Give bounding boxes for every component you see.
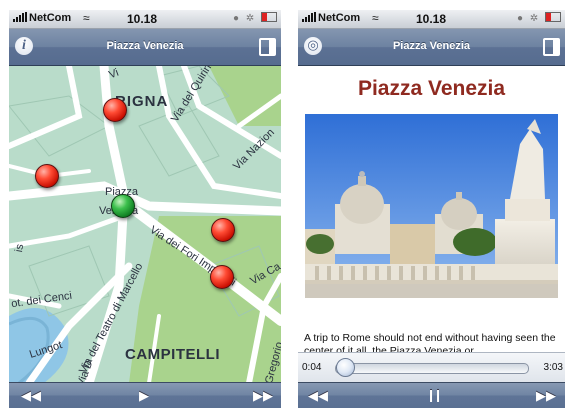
poi-pin-red[interactable] [35,164,59,188]
detail-content: Piazza Venezia A trip to Rome should not… [298,66,565,357]
panel-icon[interactable] [543,38,560,56]
playback-toolbar: ◀◀ ❙❙ ▶▶ [298,382,565,408]
elapsed-time: 0:04 [302,362,322,373]
forward-button[interactable]: ▶▶ [253,387,273,404]
status-bar: NetCom ≈ 10.18 ● ✲ [298,10,565,29]
status-icons: ● ✲ [233,12,277,24]
audio-player: 0:04 3:03 [298,352,565,383]
playback-toolbar: ◀◀ ▶ ▶▶ [9,382,281,408]
carrier-text: NetCom [29,12,72,24]
nav-title: Piazza Venezia [392,40,471,52]
bluetooth-icon: ✲ [245,13,257,24]
wifi-icon: ≈ [83,11,90,25]
progress-thumb[interactable] [335,358,355,377]
carrier-label: NetCom [302,12,360,24]
battery-icon [545,12,561,22]
status-icons: ● ✲ [517,12,561,24]
map-view[interactable]: Vi RIGNA Via del Quirinale Via Nazion Pi… [9,66,281,383]
play-button[interactable]: ▶ [139,387,149,404]
carrier-label: NetCom [13,12,71,24]
progress-track[interactable] [335,363,529,374]
map-label: CAMPITELLI [125,346,220,363]
carrier-text: NetCom [318,12,361,24]
signal-icon [302,12,316,22]
rewind-button[interactable]: ◀◀ [21,387,41,404]
remaining-time: 3:03 [543,362,563,373]
poi-pin-red[interactable] [210,265,234,289]
bluetooth-icon: ✲ [529,13,541,24]
page-title: Piazza Venezia [357,77,506,100]
poi-pin-red[interactable] [211,218,235,242]
lock-icon: ● [233,13,242,24]
status-bar: NetCom ≈ 10.18 ● ✲ [9,10,281,29]
map-streets [9,66,281,383]
signal-icon [13,12,27,22]
place-photo [305,114,558,298]
nav-bar: i Piazza Venezia [9,29,281,66]
nav-bar: ◎ Piazza Venezia [298,29,565,66]
battery-icon [261,12,277,22]
poi-pin-selected[interactable] [111,194,135,218]
pause-button[interactable]: ❙❙ [426,387,443,404]
detail-screen: NetCom ≈ 10.18 ● ✲ ◎ Piazza Venezia Piaz… [298,10,565,408]
rewind-button[interactable]: ◀◀ [308,387,328,404]
wifi-icon: ≈ [372,11,379,25]
forward-button[interactable]: ▶▶ [536,387,556,404]
poi-pin-red[interactable] [103,98,127,122]
photo-image [305,114,558,298]
clock: 10.18 [127,12,158,26]
map-screen: NetCom ≈ 10.18 ● ✲ i Piazza Venezia Vi R… [9,10,281,408]
lock-icon: ● [517,13,526,24]
panel-icon[interactable] [259,38,276,56]
clock: 10.18 [416,12,447,26]
nav-title: Piazza Venezia [106,40,184,52]
